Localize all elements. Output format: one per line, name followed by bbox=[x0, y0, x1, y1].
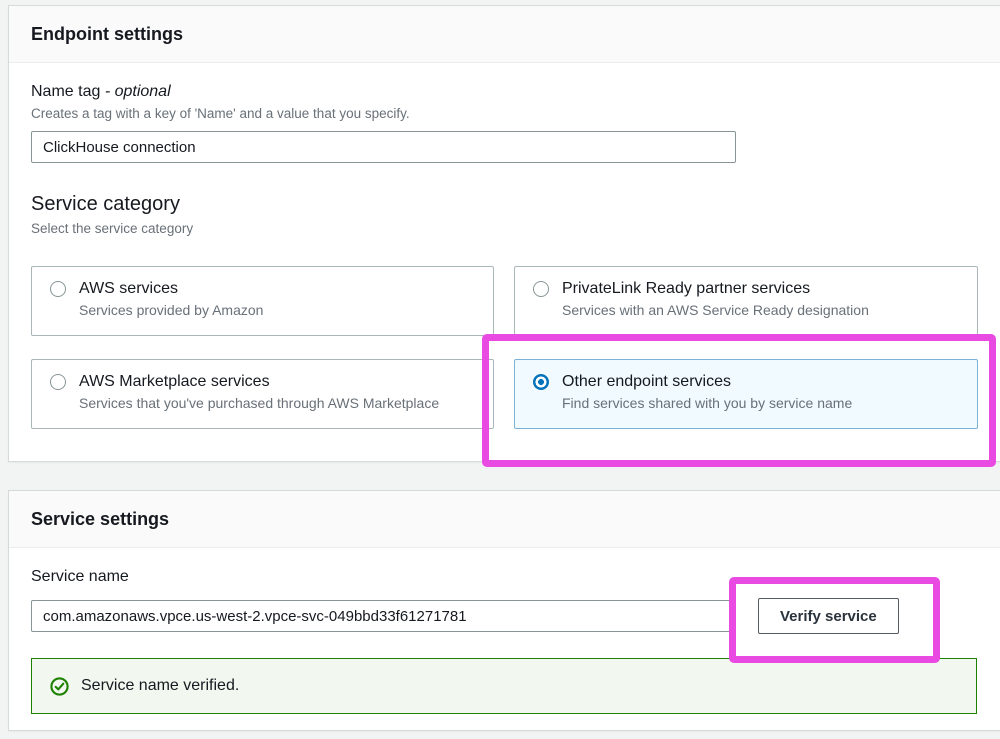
service-settings-panel: Service settings Service name Verify ser… bbox=[8, 490, 1000, 731]
option-description: Services with an AWS Service Ready desig… bbox=[562, 302, 959, 318]
service-name-label: Service name bbox=[31, 568, 987, 586]
option-label: Other endpoint services bbox=[562, 373, 731, 391]
radio-unchecked-icon[interactable] bbox=[50, 281, 66, 297]
option-description: Services provided by Amazon bbox=[79, 302, 475, 318]
name-tag-label-text: Name tag bbox=[31, 83, 105, 100]
option-description: Find services shared with you by service… bbox=[562, 395, 959, 411]
option-aws-services[interactable]: AWS services Services provided by Amazon bbox=[31, 266, 494, 336]
verify-service-button[interactable]: Verify service bbox=[758, 598, 899, 634]
service-name-row: Verify service bbox=[31, 598, 987, 634]
name-tag-label: Name tag - optional bbox=[31, 83, 987, 101]
success-alert-text: Service name verified. bbox=[81, 677, 239, 695]
panel-body: Name tag - optional Creates a tag with a… bbox=[9, 63, 1000, 449]
option-other-endpoint-services[interactable]: Other endpoint services Find services sh… bbox=[514, 359, 978, 429]
panel-title: Endpoint settings bbox=[31, 24, 987, 45]
name-tag-description: Creates a tag with a key of 'Name' and a… bbox=[31, 106, 987, 121]
option-aws-marketplace-services[interactable]: AWS Marketplace services Services that y… bbox=[31, 359, 494, 429]
endpoint-settings-panel: Endpoint settings Name tag - optional Cr… bbox=[8, 5, 1000, 462]
option-label: PrivateLink Ready partner services bbox=[562, 280, 810, 298]
option-label: AWS Marketplace services bbox=[79, 373, 270, 391]
name-tag-input[interactable] bbox=[31, 131, 736, 163]
service-category-options: AWS services Services provided by Amazon… bbox=[31, 266, 987, 429]
panel-header: Endpoint settings bbox=[9, 6, 1000, 63]
radio-unchecked-icon[interactable] bbox=[50, 374, 66, 390]
radio-checked-icon[interactable] bbox=[533, 374, 549, 390]
radio-unchecked-icon[interactable] bbox=[533, 281, 549, 297]
option-label: AWS services bbox=[79, 280, 178, 298]
option-title-row: Other endpoint services bbox=[533, 373, 959, 391]
option-title-row: AWS Marketplace services bbox=[50, 373, 475, 391]
service-category-description: Select the service category bbox=[31, 221, 987, 236]
option-title-row: AWS services bbox=[50, 280, 475, 298]
panel-body: Service name Verify service Service name… bbox=[9, 548, 1000, 734]
success-check-icon bbox=[50, 677, 69, 696]
option-title-row: PrivateLink Ready partner services bbox=[533, 280, 959, 298]
optional-suffix: - optional bbox=[105, 83, 171, 100]
panel-header: Service settings bbox=[9, 491, 1000, 548]
panel-title: Service settings bbox=[31, 509, 987, 530]
service-category-title: Service category bbox=[31, 193, 987, 216]
option-privatelink-ready-partner-services[interactable]: PrivateLink Ready partner services Servi… bbox=[514, 266, 978, 336]
option-description: Services that you've purchased through A… bbox=[79, 395, 475, 411]
service-name-input[interactable] bbox=[31, 600, 736, 632]
success-alert: Service name verified. bbox=[31, 658, 977, 714]
